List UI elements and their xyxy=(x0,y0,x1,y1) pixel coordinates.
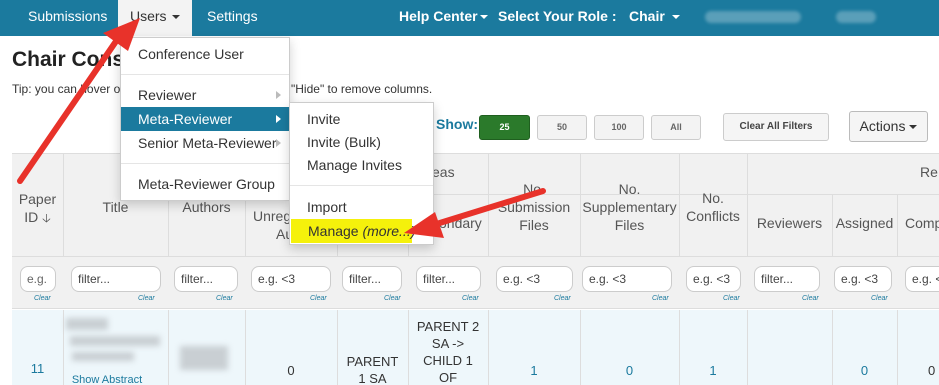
unregistered-count: 0 xyxy=(287,363,295,378)
nav-users-label: Users xyxy=(130,8,167,24)
chevron-down-icon xyxy=(671,15,680,20)
table-row: 11 Show Abstract 0 PARENT 1 SA PARENT 2 SA… xyxy=(12,310,939,385)
nav-users[interactable]: Users xyxy=(118,0,192,36)
clear-link[interactable]: Clear xyxy=(138,295,155,302)
paper-id-link[interactable]: 11 xyxy=(12,360,63,377)
nav-settings-label: Settings xyxy=(207,8,258,24)
col-secondary[interactable]: condary xyxy=(432,214,488,232)
clear-link[interactable]: Clear xyxy=(384,295,401,302)
page-title: Chair Cons xyxy=(12,48,125,71)
submission-files-count[interactable]: 1 xyxy=(488,362,580,379)
clear-link[interactable]: Clear xyxy=(871,295,888,302)
col-completed[interactable]: Comp xyxy=(905,214,939,232)
title-redacted xyxy=(66,318,108,330)
title-redacted xyxy=(70,336,160,346)
filter-submission-files[interactable]: e.g. <3 xyxy=(496,266,573,292)
show-abstract-link[interactable]: Show Abstract xyxy=(63,372,151,385)
chevron-right-icon xyxy=(276,91,281,99)
col-assigned[interactable]: Assigned xyxy=(832,214,897,232)
menu-item-manage-invites[interactable]: Manage Invites xyxy=(290,153,433,177)
supplementary-files-count[interactable]: 0 xyxy=(580,362,679,379)
page-size-50-button[interactable]: 50 xyxy=(537,115,587,140)
filter-primary[interactable]: filter... xyxy=(342,266,402,292)
nav-submissions-label: Submissions xyxy=(28,8,108,24)
nav-help-center[interactable]: Help Center xyxy=(399,0,488,36)
filter-reviewers[interactable]: filter... xyxy=(754,266,820,292)
meta-reviewer-submenu: Invite Invite (Bulk) Manage Invites Impo… xyxy=(289,102,434,245)
col-submission-files[interactable]: No. Submission Files xyxy=(488,180,580,234)
tip-text: Tip: you can hover o xyxy=(12,82,121,96)
page-size-25-button[interactable]: 25 xyxy=(479,115,530,140)
col-group-reviews: Re xyxy=(920,164,938,180)
filter-authors[interactable]: filter... xyxy=(174,266,238,292)
actions-button[interactable]: Actions xyxy=(849,111,928,142)
page-size-all-button[interactable]: All xyxy=(651,115,701,140)
title-redacted xyxy=(72,352,134,361)
user-name-redacted[interactable] xyxy=(705,11,801,23)
chevron-down-icon xyxy=(171,15,180,20)
filter-supplementary[interactable]: e.g. <3 xyxy=(582,266,672,292)
actions-label: Actions xyxy=(859,118,906,134)
menu-item-import[interactable]: Import xyxy=(290,195,433,219)
col-conflicts[interactable]: No. Conflicts xyxy=(679,189,747,225)
nav-settings[interactable]: Settings xyxy=(207,0,258,36)
menu-item-manage[interactable]: Manage (more...) xyxy=(291,219,415,243)
col-reviewers[interactable]: Reviewers xyxy=(747,214,832,232)
authors-redacted xyxy=(180,346,228,370)
page-size-100-button[interactable]: 100 xyxy=(594,115,644,140)
filter-completed[interactable]: e.g. <3 xyxy=(905,266,939,292)
role-value: Chair xyxy=(629,8,665,24)
filter-paper-id[interactable]: e.g. xyxy=(20,266,56,292)
tip-text-end: "Hide" to remove columns. xyxy=(291,82,433,96)
users-dropdown-menu: Conference User Reviewer Meta-Reviewer S… xyxy=(120,37,290,201)
primary-area: PARENT 1 SA xyxy=(346,354,399,385)
filter-title[interactable]: filter... xyxy=(71,266,161,292)
role-label: Select Your Role : xyxy=(498,8,617,24)
menu-item-invite[interactable]: Invite xyxy=(290,107,433,131)
conflicts-count[interactable]: 1 xyxy=(679,362,747,379)
col-paper-id[interactable]: Paper ID 🡣 xyxy=(12,190,63,227)
filter-assigned[interactable]: e.g. <3 xyxy=(834,266,892,292)
sort-down-icon: 🡣 xyxy=(42,211,51,225)
filter-row: e.g. Clear filter... Clear filter... Cle… xyxy=(12,256,939,309)
filter-secondary[interactable]: filter... xyxy=(416,266,481,292)
show-label: Show: xyxy=(436,116,478,132)
clear-link[interactable]: Clear xyxy=(310,295,327,302)
nav-submissions[interactable]: Submissions xyxy=(28,0,107,36)
top-navbar: Submissions Users Settings Help Center S… xyxy=(0,0,939,36)
chevron-down-icon xyxy=(909,125,918,130)
menu-item-reviewer[interactable]: Reviewer xyxy=(121,83,289,107)
chevron-down-icon xyxy=(479,15,488,20)
clear-link[interactable]: Clear xyxy=(462,295,479,302)
clear-link[interactable]: Clear xyxy=(652,295,669,302)
clear-link[interactable]: Clear xyxy=(554,295,571,302)
user-menu-redacted[interactable] xyxy=(836,11,876,23)
chevron-right-icon xyxy=(276,139,281,147)
clear-all-filters-button[interactable]: Clear All Filters xyxy=(723,113,829,141)
clear-link[interactable]: Clear xyxy=(723,295,740,302)
col-supplementary-files[interactable]: No. Supplementary Files xyxy=(580,180,679,234)
secondary-area: PARENT 2 SA -> CHILD 1 OF xyxy=(416,319,480,385)
clear-link[interactable]: Clear xyxy=(34,295,51,302)
clear-link[interactable]: Clear xyxy=(802,295,819,302)
nav-help-center-label: Help Center xyxy=(399,8,478,24)
chevron-right-icon xyxy=(276,115,281,123)
filter-conflicts[interactable]: e.g. <3 xyxy=(686,266,741,292)
menu-item-conference-user[interactable]: Conference User xyxy=(121,42,289,66)
assigned-count[interactable]: 0 xyxy=(832,362,897,379)
role-selector[interactable]: Chair xyxy=(629,0,680,36)
menu-item-meta-reviewer-group[interactable]: Meta-Reviewer Group xyxy=(121,172,289,196)
menu-item-invite-bulk[interactable]: Invite (Bulk) xyxy=(290,130,433,154)
clear-link[interactable]: Clear xyxy=(216,295,233,302)
col-subject-areas: eas xyxy=(432,164,455,180)
filter-unregistered[interactable]: e.g. <3 xyxy=(251,266,331,292)
menu-item-meta-reviewer[interactable]: Meta-Reviewer xyxy=(121,107,289,131)
completed-count: 0 xyxy=(928,363,936,378)
menu-item-senior-meta-reviewer[interactable]: Senior Meta-Reviewer xyxy=(121,131,289,155)
